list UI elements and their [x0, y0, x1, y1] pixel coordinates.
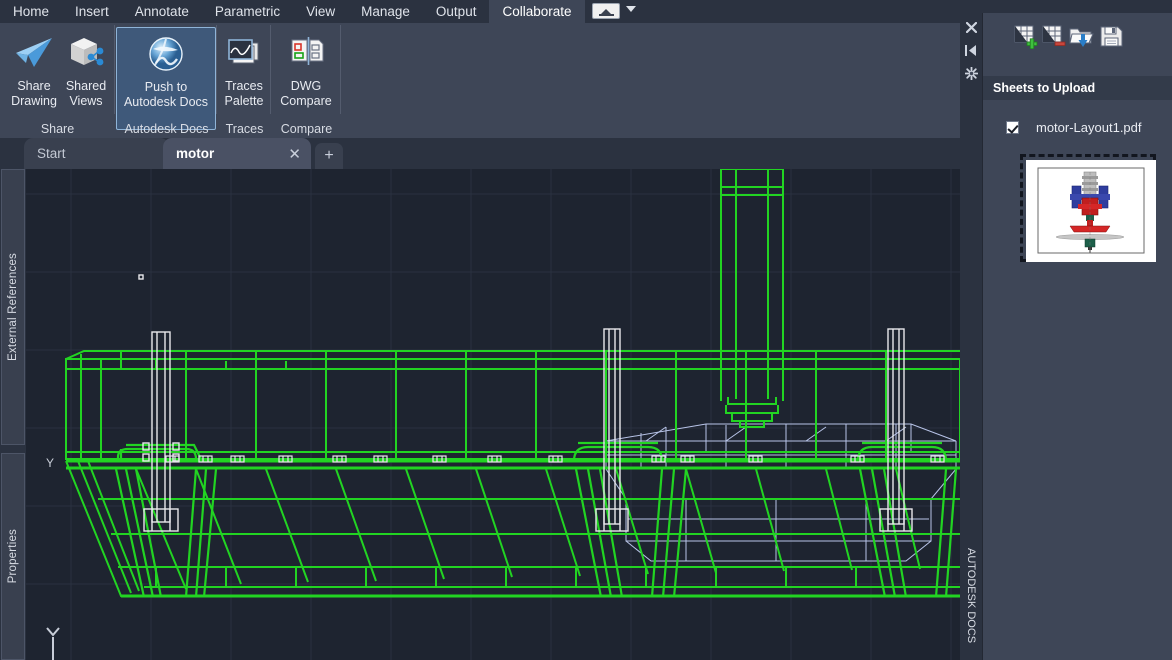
palette-properties-icon[interactable] — [961, 64, 981, 82]
traces-palette-icon — [222, 31, 266, 75]
panel-label-traces: Traces — [218, 122, 271, 136]
share-drawing-label-1: Share — [17, 79, 50, 94]
sidebar-item-external-references[interactable]: External References — [1, 169, 25, 445]
sheet-preview-thumbnail[interactable] — [1020, 154, 1156, 262]
underline-bar-icon — [599, 14, 614, 16]
ribbon-panel-autodesk-docs: Push to Autodesk Docs Autodesk Docs — [116, 23, 217, 138]
autodesk-docs-globe-icon — [144, 32, 188, 76]
properties-label: Properties — [7, 529, 19, 583]
triangle-up-icon — [601, 9, 611, 14]
dwg-compare-icon — [284, 31, 328, 75]
auto-hide-icon[interactable] — [961, 41, 981, 59]
shared-views-label-2: Views — [69, 94, 102, 109]
autodesk-docs-dock-label: AUTODESK DOCS — [965, 548, 977, 643]
list-item[interactable]: motor-Layout1.pdf — [983, 114, 1172, 140]
remove-sheet-button[interactable] — [1041, 25, 1067, 49]
sheets-to-upload-title: Sheets to Upload — [993, 81, 1095, 95]
add-sheet-button[interactable] — [1013, 25, 1039, 49]
sidebar-item-properties[interactable]: Properties — [1, 453, 25, 660]
close-icon[interactable]: ✕ — [278, 145, 311, 163]
ribbon-tab-annotate[interactable]: Annotate — [122, 0, 202, 23]
ribbon-tab-output[interactable]: Output — [423, 0, 490, 23]
push-to-autodesk-docs-button[interactable]: Push to Autodesk Docs — [116, 27, 216, 130]
minimize-ribbon-button[interactable] — [592, 3, 620, 19]
file-tab-motor-label: motor — [176, 146, 214, 161]
close-icon[interactable] — [961, 18, 981, 36]
traces-palette-button[interactable]: Traces Palette — [218, 27, 270, 130]
ribbon-panel-share: Share Drawing Shared — [0, 23, 115, 138]
ribbon-panel-area: Share Drawing Shared — [0, 23, 960, 138]
panel-label-share: Share — [0, 122, 115, 136]
traces-palette-label-1: Traces — [225, 79, 263, 94]
file-tab-bar: Start motor ✕ + — [0, 138, 960, 169]
palette-toolbar — [983, 13, 1172, 61]
sidebar-item-autodesk-docs[interactable]: AUTODESK DOCS — [960, 540, 982, 652]
sheet-checkbox[interactable] — [1006, 121, 1019, 134]
share-drawing-button[interactable]: Share Drawing — [8, 27, 60, 130]
dwg-compare-button[interactable]: DWG Compare — [280, 27, 332, 130]
ribbon-tab-manage[interactable]: Manage — [348, 0, 423, 23]
drawing-viewport — [26, 169, 960, 660]
sheet-preview-image — [1026, 160, 1150, 256]
ribbon-panel-compare: DWG Compare Compare — [272, 23, 341, 138]
save-button[interactable] — [1099, 25, 1125, 49]
ribbon-tab-parametric[interactable]: Parametric — [202, 0, 293, 23]
panel-label-autodesk-docs: Autodesk Docs — [116, 122, 217, 136]
ribbon-tab-insert[interactable]: Insert — [62, 0, 122, 23]
external-references-label: External References — [7, 253, 19, 361]
file-tab-start-label: Start — [37, 146, 66, 161]
chevron-down-icon[interactable] — [626, 6, 636, 12]
open-folder-button[interactable] — [1069, 25, 1095, 49]
shared-views-cube-icon — [64, 31, 108, 75]
ribbon-panel-traces: Traces Palette Traces — [218, 23, 271, 138]
paper-plane-icon — [12, 31, 56, 75]
file-tab-start[interactable]: Start — [24, 138, 169, 169]
ribbon-tab-bar: Home Insert Annotate Parametric View Man… — [0, 0, 960, 23]
ribbon-tab-home[interactable]: Home — [0, 0, 62, 23]
push-to-autodesk-docs-label-2: Autodesk Docs — [124, 95, 208, 110]
new-tab-button[interactable]: + — [315, 143, 343, 169]
shared-views-button[interactable]: Shared Views — [60, 27, 112, 130]
drawing-canvas[interactable]: Y — [26, 169, 960, 660]
ribbon-tab-view[interactable]: View — [293, 0, 348, 23]
traces-palette-label-2: Palette — [225, 94, 264, 109]
autocad-window: Home Insert Annotate Parametric View Man… — [0, 0, 1172, 660]
ribbon-tab-collaborate[interactable]: Collaborate — [489, 0, 584, 23]
share-drawing-label-2: Drawing — [11, 94, 57, 109]
file-tab-motor[interactable]: motor ✕ — [163, 138, 311, 169]
ucs-y-label: Y — [46, 456, 54, 470]
dwg-compare-label-1: DWG — [291, 79, 322, 94]
sheet-filename: motor-Layout1.pdf — [1036, 120, 1142, 135]
shared-views-label-1: Shared — [66, 79, 106, 94]
palette-header: Sheets to Upload — [983, 76, 1172, 100]
panel-label-compare: Compare — [272, 122, 341, 136]
dwg-compare-label-2: Compare — [280, 94, 331, 109]
push-to-autodesk-docs-label-1: Push to — [145, 80, 187, 95]
sheets-to-upload-palette: Sheets to Upload motor-Layout1.pdf — [982, 13, 1172, 660]
left-dock: External References Properties — [0, 169, 26, 660]
